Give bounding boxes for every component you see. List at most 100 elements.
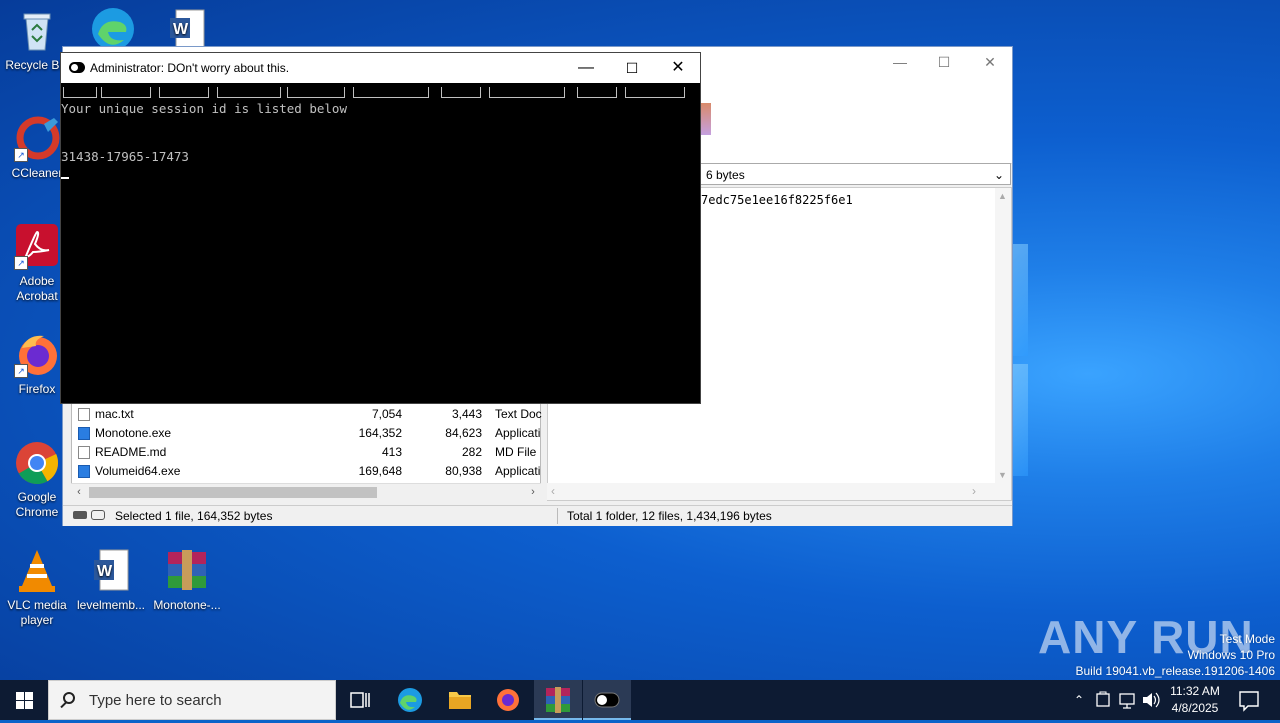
file-type: Applicati: [495, 426, 541, 440]
minimize-button[interactable]: —: [877, 47, 923, 77]
chevron-down-icon: ⌄: [993, 168, 1004, 182]
start-button[interactable]: [0, 680, 48, 720]
watermark-edition: Windows 10 Pro: [1187, 648, 1275, 662]
svg-text:W: W: [97, 563, 113, 580]
taskbar-clock[interactable]: 11:32 AM 4/8/2025: [1160, 683, 1230, 717]
maximize-button[interactable]: ☐: [921, 47, 967, 77]
security-icon: [1096, 691, 1110, 707]
drive-icon: [73, 511, 87, 519]
close-button[interactable]: ✕: [967, 47, 1013, 77]
file-name: README.md: [95, 445, 167, 459]
task-view-icon: [350, 692, 370, 708]
search-placeholder: Type here to search: [89, 692, 222, 709]
chevron-up-icon: ⌃: [1073, 693, 1085, 707]
lock-icon: [91, 510, 105, 520]
console-screen[interactable]: Your unique session id is listed below 3…: [61, 83, 700, 403]
clock-date: 4/8/2025: [1171, 701, 1219, 715]
status-selected: Selected 1 file, 164,352 bytes: [115, 509, 273, 523]
search-icon: [63, 692, 75, 704]
windows-logo-wallpaper: [1010, 236, 1280, 486]
ccleaner-icon: ↗: [14, 116, 60, 162]
maximize-button[interactable]: ☐: [609, 53, 655, 83]
chevron-left-icon[interactable]: ‹: [551, 484, 555, 498]
file-name: Volumeid64.exe: [95, 464, 181, 478]
file-size: 7,054: [371, 407, 402, 421]
close-button[interactable]: ✕: [655, 53, 701, 83]
tray-network[interactable]: [1116, 680, 1138, 720]
console-window: Administrator: DOn't worry about this. —…: [60, 52, 701, 404]
file-list-horizontal-scrollbar[interactable]: ‹ ›: [71, 483, 541, 501]
ascii-banner: [61, 85, 691, 101]
watermark-build: Build 19041.vb_release.191206-1406: [1075, 664, 1276, 678]
file-type: Text Doc: [495, 407, 542, 421]
file-name: mac.txt: [95, 407, 134, 421]
executable-file-icon: [78, 427, 90, 440]
recycle-bin-icon: [14, 8, 60, 54]
taskbar: Type here to search ⌃ 11:32 AM 4/8/2025: [0, 680, 1280, 720]
chevron-left-icon[interactable]: ‹: [71, 484, 87, 501]
text-file-icon: [78, 446, 90, 459]
desktop-icon-monotone-archive[interactable]: Monotone-...: [150, 548, 224, 613]
scrollbar-thumb[interactable]: [89, 487, 377, 498]
file-type: MD File: [495, 445, 537, 459]
hash-value: 7edc75e1ee16f8225f6e1: [701, 193, 853, 207]
action-center-button[interactable]: [1232, 680, 1266, 720]
folder-icon: [449, 692, 471, 709]
watermark-test-mode: Test Mode: [1219, 632, 1275, 646]
status-separator: [557, 508, 558, 524]
notification-icon: [1239, 691, 1259, 712]
file-row[interactable]: README.md 413 282 MD File: [72, 443, 542, 462]
desktop-icon-label: Monotone-...: [153, 598, 221, 612]
tray-security[interactable]: [1092, 680, 1114, 720]
firefox-icon: [497, 689, 519, 711]
executable-file-icon: [78, 465, 90, 478]
desktop-icon-label: Google Chrome: [15, 490, 59, 519]
file-row[interactable]: mac.txt 7,054 3,443 Text Doc: [72, 405, 542, 424]
word-document-icon: W: [88, 548, 134, 594]
adobe-acrobat-icon: ↗: [14, 224, 60, 270]
preview-vertical-scrollbar[interactable]: ▲ ▼: [995, 188, 1011, 500]
console-title: Administrator: DOn't worry about this.: [90, 61, 290, 75]
tray-volume[interactable]: [1140, 680, 1162, 720]
text-file-icon: [78, 408, 90, 421]
task-view-button[interactable]: [336, 680, 384, 720]
desktop-icon-label: Firefox: [18, 382, 56, 396]
taskbar-winrar[interactable]: [534, 680, 582, 720]
file-type: Applicati: [495, 464, 541, 478]
file-packed: 282: [461, 445, 482, 459]
chevron-right-icon[interactable]: ›: [525, 484, 541, 501]
taskbar-search-box[interactable]: Type here to search: [48, 680, 336, 720]
desktop-icon-label: Adobe Acrobat: [16, 274, 58, 303]
vlc-cone-icon: [14, 548, 60, 594]
info-dropdown[interactable]: 6 bytes ⌄: [699, 163, 1011, 185]
minimize-button[interactable]: —: [563, 53, 609, 83]
taskbar-console[interactable]: [583, 680, 631, 720]
file-row[interactable]: Monotone.exe 164,352 84,623 Applicati: [72, 424, 542, 443]
desktop-icon-levelmemb[interactable]: W levelmemb...: [74, 548, 148, 613]
console-titlebar[interactable]: Administrator: DOn't worry about this. —…: [61, 53, 700, 83]
taskbar-firefox[interactable]: [484, 680, 532, 720]
preview-horizontal-scrollbar[interactable]: ‹ ›: [547, 483, 996, 500]
taskbar-file-explorer[interactable]: [436, 680, 484, 720]
taskbar-edge[interactable]: [386, 680, 434, 720]
file-row[interactable]: Volumeid64.exe 169,648 80,938 Applicati: [72, 462, 542, 481]
console-app-icon: [69, 62, 85, 73]
status-total: Total 1 folder, 12 files, 1,434,196 byte…: [567, 509, 772, 523]
console-message: Your unique session id is listed below: [61, 101, 347, 116]
info-dropdown-value: 6 bytes: [706, 168, 745, 182]
winrar-icon: [546, 687, 570, 713]
chevron-right-icon[interactable]: ›: [972, 484, 976, 498]
desktop-icon-vlc[interactable]: VLC media player: [0, 548, 74, 628]
shortcut-arrow-icon: ↗: [14, 364, 28, 378]
shortcut-arrow-icon: ↗: [14, 148, 28, 162]
desktop-icon-label: levelmemb...: [76, 598, 146, 612]
shortcut-arrow-icon: ↗: [14, 256, 28, 270]
volume-icon: [1143, 692, 1160, 708]
file-size: 164,352: [358, 426, 402, 440]
file-packed: 3,443: [451, 407, 482, 421]
os-watermark: Test Mode Windows 10 Pro Build 19041.vb_…: [1076, 631, 1276, 679]
chrome-icon: [14, 440, 60, 486]
tray-overflow-button[interactable]: ⌃: [1068, 680, 1090, 720]
svg-text:W: W: [173, 21, 189, 38]
text-cursor: [61, 177, 69, 179]
